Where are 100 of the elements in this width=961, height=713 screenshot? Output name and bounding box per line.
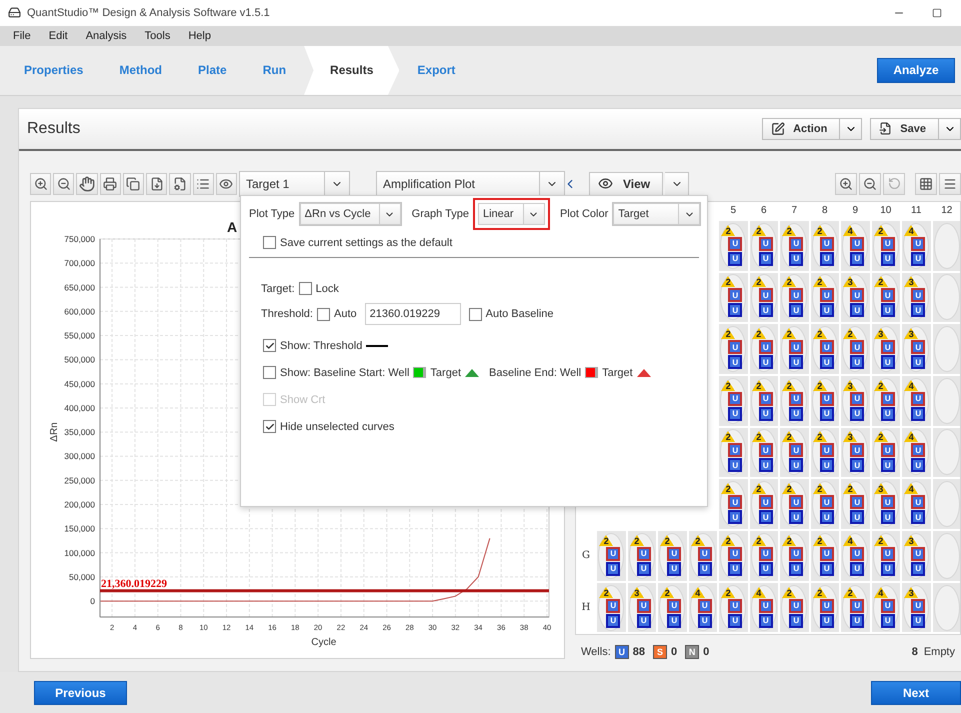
well[interactable]: 2 U U bbox=[659, 584, 686, 631]
dropdown-button[interactable] bbox=[939, 118, 961, 140]
well[interactable]: 4 U U bbox=[903, 222, 930, 269]
checkbox[interactable] bbox=[263, 366, 276, 379]
checkbox[interactable] bbox=[468, 308, 482, 320]
threshold-field[interactable]: 21360.019229 bbox=[364, 303, 461, 325]
menu-item[interactable]: Help bbox=[179, 30, 220, 42]
copy-button[interactable] bbox=[122, 172, 144, 195]
well[interactable]: 2 U U bbox=[750, 532, 777, 579]
well[interactable]: 2 U U bbox=[750, 378, 777, 424]
nav-tab[interactable]: Method bbox=[101, 46, 180, 95]
export-button[interactable] bbox=[146, 172, 168, 195]
well[interactable]: 2 U U bbox=[812, 274, 838, 320]
well[interactable]: 4 U U bbox=[690, 584, 716, 631]
well[interactable]: 3 U U bbox=[842, 274, 868, 320]
dropdown[interactable]: ΔRn vs Cycle bbox=[298, 202, 402, 226]
menu-item[interactable]: Tools bbox=[136, 30, 180, 42]
zoom-out-button[interactable] bbox=[53, 172, 74, 195]
well[interactable]: 2 U U bbox=[872, 378, 899, 424]
well[interactable]: 2 U U bbox=[812, 584, 838, 631]
menu-item[interactable]: Analysis bbox=[76, 30, 136, 42]
well[interactable]: 2 U U bbox=[628, 532, 655, 579]
well[interactable]: 2 U U bbox=[720, 584, 746, 631]
zoom-in-button[interactable] bbox=[30, 172, 52, 195]
action-button[interactable]: Action bbox=[762, 118, 840, 140]
next-button[interactable]: Next bbox=[871, 680, 961, 705]
previous-button[interactable]: Previous bbox=[34, 680, 127, 705]
plot-select[interactable]: Amplification Plot bbox=[376, 170, 565, 197]
well[interactable]: 2 U U bbox=[750, 326, 777, 372]
well[interactable]: 2 U U bbox=[781, 222, 808, 269]
dropdown[interactable]: Linear bbox=[472, 198, 550, 230]
well[interactable]: 2 U U bbox=[781, 378, 808, 424]
well[interactable]: 2 U U bbox=[781, 429, 808, 476]
analyze-button[interactable]: Analyze bbox=[877, 58, 955, 83]
nav-tab[interactable]: Results bbox=[304, 46, 400, 95]
well[interactable]: 2 U U bbox=[690, 532, 716, 579]
well[interactable]: 3 U U bbox=[842, 378, 868, 424]
well[interactable]: 2 U U bbox=[812, 326, 838, 372]
well[interactable]: 4 U U bbox=[842, 222, 868, 269]
well[interactable]: 2 U U bbox=[720, 378, 746, 424]
well[interactable]: 2 U U bbox=[750, 481, 777, 528]
menu-item[interactable]: File bbox=[4, 30, 40, 42]
well[interactable]: 2 U U bbox=[872, 222, 899, 269]
well[interactable]: 2 U U bbox=[720, 222, 746, 269]
well[interactable]: 2 U U bbox=[781, 274, 808, 320]
menu-item[interactable]: Edit bbox=[40, 30, 77, 42]
well[interactable]: 2 U U bbox=[781, 481, 808, 528]
hand-button[interactable] bbox=[76, 172, 98, 195]
well[interactable]: 2 U U bbox=[781, 584, 808, 631]
well[interactable]: 4 U U bbox=[903, 429, 930, 476]
nav-tab[interactable]: Properties bbox=[6, 46, 102, 95]
checkbox[interactable] bbox=[263, 236, 276, 249]
well[interactable]: 2 U U bbox=[842, 326, 868, 372]
well[interactable]: 3 U U bbox=[842, 429, 868, 476]
well[interactable]: 2 U U bbox=[872, 274, 899, 320]
well[interactable]: 2 U U bbox=[781, 532, 808, 579]
well[interactable]: 2 U U bbox=[750, 429, 777, 476]
well[interactable]: 3 U U bbox=[872, 481, 899, 528]
well[interactable]: 2 U U bbox=[812, 429, 838, 476]
well[interactable]: 3 U U bbox=[903, 274, 930, 320]
well[interactable]: 2 U U bbox=[720, 326, 746, 372]
well[interactable]: 2 U U bbox=[812, 481, 838, 528]
well[interactable]: 3 U U bbox=[903, 326, 930, 372]
well[interactable]: 2 U U bbox=[750, 274, 777, 320]
well[interactable]: 2 U U bbox=[812, 532, 838, 579]
grid-view-button[interactable] bbox=[915, 172, 937, 195]
view-button[interactable]: View bbox=[589, 172, 664, 196]
well[interactable]: 2 U U bbox=[750, 222, 777, 269]
list-view-button[interactable] bbox=[939, 172, 961, 195]
well[interactable]: 4 U U bbox=[872, 584, 899, 631]
well[interactable]: 4 U U bbox=[750, 584, 777, 631]
well[interactable]: 2 U U bbox=[781, 326, 808, 372]
save-button[interactable]: Save bbox=[870, 118, 939, 140]
well[interactable]: 4 U U bbox=[842, 532, 868, 579]
dropdown[interactable]: Target bbox=[612, 202, 702, 226]
well[interactable]: 4 U U bbox=[903, 378, 930, 424]
well[interactable]: 2 U U bbox=[720, 481, 746, 528]
well[interactable]: 3 U U bbox=[872, 326, 899, 372]
well[interactable]: 2 U U bbox=[720, 274, 746, 320]
well[interactable]: 2 U U bbox=[720, 429, 746, 476]
nav-tab[interactable]: Export bbox=[399, 46, 474, 95]
well[interactable]: 2 U U bbox=[720, 532, 746, 579]
list-button[interactable] bbox=[192, 172, 214, 195]
well[interactable]: 3 U U bbox=[903, 584, 930, 631]
well[interactable]: 2 U U bbox=[598, 584, 624, 631]
report-button[interactable] bbox=[169, 172, 191, 195]
well[interactable]: 2 U U bbox=[812, 222, 838, 269]
nav-tab[interactable]: Plate bbox=[180, 46, 245, 95]
target-select[interactable]: Target 1 bbox=[238, 170, 350, 197]
well[interactable]: 2 U U bbox=[842, 584, 868, 631]
well[interactable]: 2 U U bbox=[812, 378, 838, 424]
well[interactable]: 2 U U bbox=[872, 532, 899, 579]
well[interactable]: 2 U U bbox=[598, 532, 624, 579]
zoom-out-button[interactable] bbox=[859, 172, 881, 195]
well[interactable]: 2 U U bbox=[842, 481, 868, 528]
nav-tab[interactable]: Run bbox=[244, 46, 304, 95]
print-button[interactable] bbox=[100, 172, 121, 195]
well[interactable]: 3 U U bbox=[903, 532, 930, 579]
checkbox[interactable] bbox=[263, 339, 276, 352]
well[interactable]: 3 U U bbox=[628, 584, 655, 631]
